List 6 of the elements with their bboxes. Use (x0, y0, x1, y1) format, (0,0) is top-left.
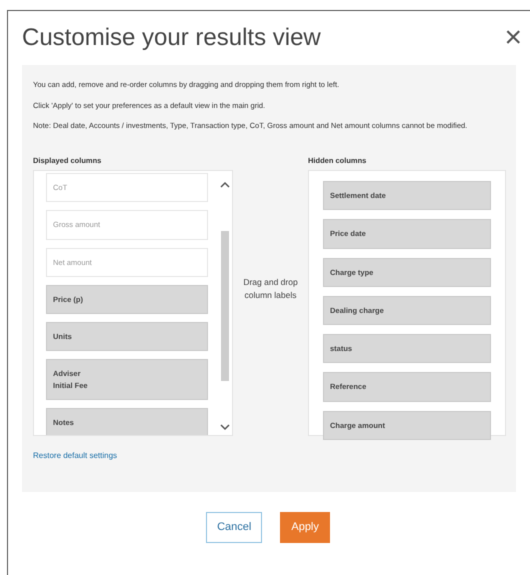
cancel-button[interactable]: Cancel (206, 512, 262, 543)
close-button[interactable]: × (504, 23, 522, 53)
scrollbar-thumb[interactable] (221, 231, 229, 382)
drag-hint: Drag and drop column labels (242, 276, 299, 302)
restore-link[interactable]: Restore default settings (33, 450, 118, 462)
dialog-title: Customise your results view (22, 26, 321, 50)
